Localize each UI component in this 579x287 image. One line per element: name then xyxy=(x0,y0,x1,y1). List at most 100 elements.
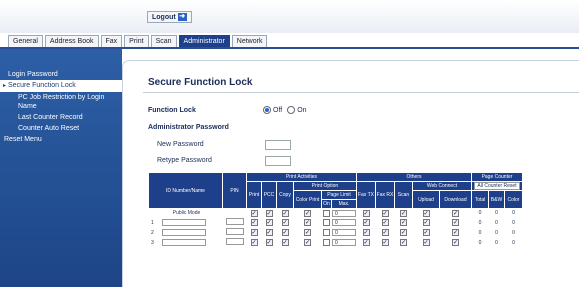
checkbox-checked-icon[interactable]: ✓ xyxy=(304,229,311,236)
table-row: 2 ✓ ✓ ✓ ✓ 0 ✓ ✓ ✓ ✓ ✓ 0 0 0 xyxy=(148,227,523,238)
sidebar-item-reset-menu[interactable]: Reset Menu xyxy=(0,134,122,145)
max-input[interactable]: 0 xyxy=(332,229,356,236)
retype-password-label: Retype Password xyxy=(157,157,212,164)
checkbox-checked-icon[interactable]: ✓ xyxy=(362,219,370,226)
header-print-activities: Print Activities xyxy=(246,172,357,182)
checkbox-checked-icon[interactable]: ✓ xyxy=(422,219,430,226)
logout-button[interactable]: Logout ➜ xyxy=(147,11,192,23)
checkbox-checked-icon[interactable]: ✓ xyxy=(304,239,311,246)
checkbox-checked-icon[interactable]: ✓ xyxy=(452,209,459,217)
max-input[interactable]: 0 xyxy=(332,209,356,217)
checkbox-checked-icon[interactable]: ✓ xyxy=(304,219,311,226)
header-copy: Copy xyxy=(276,181,294,209)
pin-input[interactable] xyxy=(225,218,244,225)
new-password-input[interactable] xyxy=(265,140,291,150)
checkbox-checked-icon[interactable]: ✓ xyxy=(452,219,459,226)
function-lock-on-radio[interactable] xyxy=(287,106,296,114)
checkbox-checked-icon[interactable]: ✓ xyxy=(422,229,430,236)
max-input[interactable]: 0 xyxy=(332,239,356,246)
sidebar-item-counter-auto-reset[interactable]: Counter Auto Reset xyxy=(0,123,122,134)
row-id: Public Mode xyxy=(148,208,223,218)
checkbox-checked-icon[interactable]: ✓ xyxy=(265,229,273,236)
tab-fax[interactable]: Fax xyxy=(100,35,123,47)
checkbox-checked-icon[interactable]: ✓ xyxy=(381,239,389,246)
name-input[interactable] xyxy=(161,229,206,236)
tab-address-book[interactable]: Address Book xyxy=(44,35,99,47)
retype-password-input[interactable] xyxy=(265,156,291,166)
color-count: 0 xyxy=(504,227,523,238)
checkbox-checked-icon[interactable]: ✓ xyxy=(362,209,370,217)
sidebar-item-pc-job-restriction[interactable]: PC Job Restriction by Login Name xyxy=(0,92,122,112)
header-fax-rx: Fax RX xyxy=(375,181,395,209)
sidebar-item-secure-function-lock[interactable]: Secure Function Lock xyxy=(0,80,122,92)
all-counter-reset-button[interactable]: All Counter Reset xyxy=(474,182,520,190)
tab-administrator[interactable]: Administrator xyxy=(178,35,230,47)
header-color-print: Color Print xyxy=(293,190,322,209)
pin-input[interactable] xyxy=(225,228,244,235)
checkbox-checked-icon[interactable]: ✓ xyxy=(250,219,258,226)
checkbox-checked-icon[interactable]: ✓ xyxy=(381,209,389,217)
bw-count: 0 xyxy=(488,217,505,228)
function-lock-off-radio[interactable] xyxy=(263,106,271,114)
checkbox-checked-icon[interactable]: ✓ xyxy=(400,239,407,246)
checkbox-checked-icon[interactable]: ✓ xyxy=(281,219,289,226)
checkbox-checked-icon[interactable]: ✓ xyxy=(422,209,430,217)
header-bw: B&W xyxy=(488,190,505,209)
checkbox-checked-icon[interactable]: ✓ xyxy=(250,209,258,217)
header-pcc: PCC xyxy=(261,181,277,209)
checkbox-checked-icon[interactable]: ✓ xyxy=(250,229,258,236)
table-row: Public Mode ✓ ✓ ✓ ✓ 0 ✓ ✓ ✓ ✓ ✓ 0 0 0 xyxy=(148,208,523,218)
all-counter-reset-cell: All Counter Reset xyxy=(471,181,523,191)
sidebar-item-login-password[interactable]: Login Password xyxy=(0,69,122,80)
checkbox-checked-icon[interactable]: ✓ xyxy=(400,209,407,217)
bw-count: 0 xyxy=(488,208,505,218)
pin-input[interactable] xyxy=(225,238,244,245)
checkbox-unchecked-icon[interactable] xyxy=(323,229,330,236)
checkbox-checked-icon[interactable]: ✓ xyxy=(400,229,407,236)
new-password-label: New Password xyxy=(157,141,204,148)
tab-general[interactable]: General xyxy=(8,35,43,47)
logout-label: Logout xyxy=(152,13,176,21)
sidebar-item-last-counter-record[interactable]: Last Counter Record xyxy=(0,112,122,123)
checkbox-checked-icon[interactable]: ✓ xyxy=(362,229,370,236)
max-input[interactable]: 0 xyxy=(332,219,356,226)
checkbox-unchecked-icon[interactable] xyxy=(323,239,330,246)
checkbox-checked-icon[interactable]: ✓ xyxy=(381,219,389,226)
color-count: 0 xyxy=(504,208,523,218)
tab-network[interactable]: Network xyxy=(231,35,268,47)
on-label: On xyxy=(297,106,307,114)
tab-print[interactable]: Print xyxy=(124,35,149,47)
row-id: 3 xyxy=(151,239,154,246)
checkbox-checked-icon[interactable]: ✓ xyxy=(362,239,370,246)
header-max: Max. xyxy=(331,199,357,209)
checkbox-checked-icon[interactable]: ✓ xyxy=(265,209,273,217)
name-input[interactable] xyxy=(161,219,206,226)
checkbox-checked-icon[interactable]: ✓ xyxy=(452,229,459,236)
header-id: ID Number/Name xyxy=(148,172,223,209)
tab-scan[interactable]: Scan xyxy=(150,35,177,47)
header-pin: PIN xyxy=(222,172,247,209)
header-upload: Upload xyxy=(412,190,440,209)
table-row: 3 ✓ ✓ ✓ ✓ 0 ✓ ✓ ✓ ✓ ✓ 0 0 0 xyxy=(148,237,523,248)
name-input[interactable] xyxy=(161,239,206,246)
checkbox-checked-icon[interactable]: ✓ xyxy=(304,209,311,217)
off-label: Off xyxy=(273,106,283,114)
checkbox-checked-icon[interactable]: ✓ xyxy=(265,239,273,246)
checkbox-checked-icon[interactable]: ✓ xyxy=(422,239,430,246)
checkbox-unchecked-icon[interactable] xyxy=(323,209,330,217)
total-count: 0 xyxy=(471,237,489,248)
checkbox-checked-icon[interactable]: ✓ xyxy=(381,229,389,236)
checkbox-unchecked-icon[interactable] xyxy=(323,219,330,226)
checkbox-checked-icon[interactable]: ✓ xyxy=(281,209,289,217)
checkbox-checked-icon[interactable]: ✓ xyxy=(250,239,258,246)
total-count: 0 xyxy=(471,208,489,218)
checkbox-checked-icon[interactable]: ✓ xyxy=(265,219,273,226)
checkbox-checked-icon[interactable]: ✓ xyxy=(452,239,459,246)
header-others: Others xyxy=(356,172,472,182)
page-title: Secure Function Lock xyxy=(148,77,253,88)
header-print-option: Print Option xyxy=(293,181,357,191)
checkbox-checked-icon[interactable]: ✓ xyxy=(281,229,289,236)
header-scan: Scan xyxy=(394,181,413,209)
checkbox-checked-icon[interactable]: ✓ xyxy=(281,239,289,246)
checkbox-checked-icon[interactable]: ✓ xyxy=(400,219,407,226)
